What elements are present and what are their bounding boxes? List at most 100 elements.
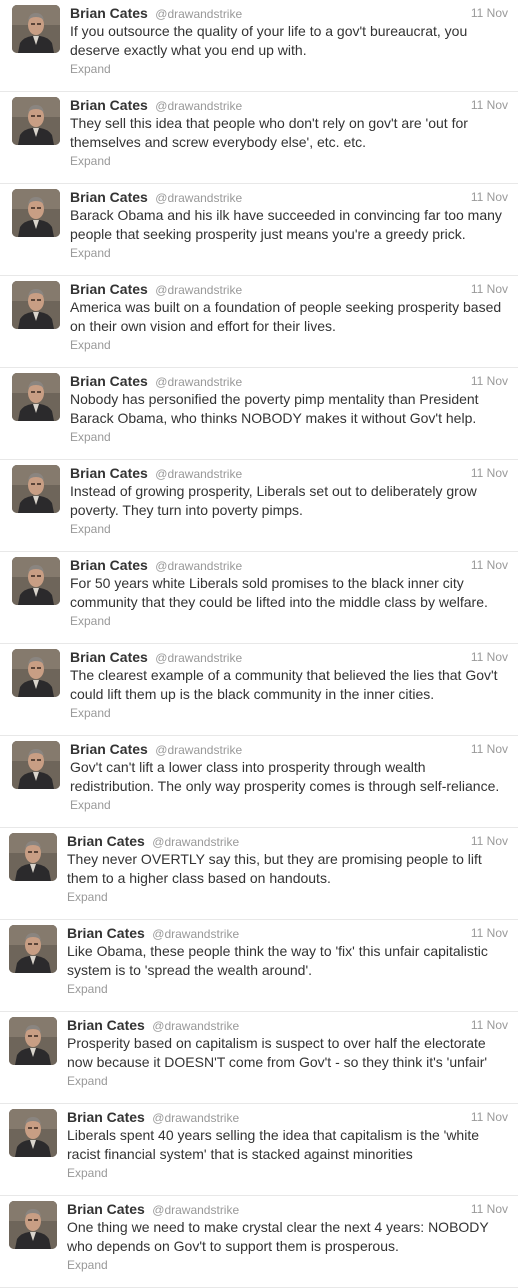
avatar[interactable] bbox=[12, 189, 60, 237]
expand-link[interactable]: Expand bbox=[67, 1074, 108, 1088]
avatar[interactable] bbox=[12, 281, 60, 329]
tweet[interactable]: Brian Cates @drawandstrike 11 Nov For 50… bbox=[0, 552, 518, 644]
expand-link[interactable]: Expand bbox=[67, 1166, 108, 1180]
expand-link[interactable]: Expand bbox=[70, 338, 111, 352]
tweet[interactable]: Brian Cates @drawandstrike 11 Nov The cl… bbox=[0, 644, 518, 736]
avatar[interactable] bbox=[12, 465, 60, 513]
tweet-timestamp[interactable]: 11 Nov bbox=[471, 832, 508, 850]
expand-link[interactable]: Expand bbox=[67, 890, 108, 904]
avatar[interactable] bbox=[12, 97, 60, 145]
tweet-timestamp[interactable]: 11 Nov bbox=[471, 556, 508, 574]
author-handle[interactable]: @drawandstrike bbox=[155, 467, 242, 481]
author-name[interactable]: Brian Cates bbox=[70, 557, 148, 573]
tweet-header: Brian Cates @drawandstrike 11 Nov bbox=[70, 464, 508, 482]
tweet[interactable]: Brian Cates @drawandstrike 11 Nov Prospe… bbox=[0, 1012, 518, 1104]
expand-link[interactable]: Expand bbox=[67, 982, 108, 996]
author-handle[interactable]: @drawandstrike bbox=[155, 743, 242, 757]
tweet-timestamp[interactable]: 11 Nov bbox=[471, 1108, 508, 1126]
tweet[interactable]: Brian Cates @drawandstrike 11 Nov Instea… bbox=[0, 460, 518, 552]
avatar[interactable] bbox=[12, 557, 60, 605]
author-name[interactable]: Brian Cates bbox=[67, 833, 145, 849]
author-handle[interactable]: @drawandstrike bbox=[152, 1019, 239, 1033]
expand-link[interactable]: Expand bbox=[70, 154, 111, 168]
tweet[interactable]: Brian Cates @drawandstrike 11 Nov Libera… bbox=[0, 1104, 518, 1196]
tweet-timestamp[interactable]: 11 Nov bbox=[471, 924, 508, 942]
author-handle[interactable]: @drawandstrike bbox=[152, 927, 239, 941]
author-name[interactable]: Brian Cates bbox=[67, 1109, 145, 1125]
tweet[interactable]: Brian Cates @drawandstrike 11 Nov Like O… bbox=[0, 920, 518, 1012]
user-portrait-icon bbox=[9, 833, 57, 881]
expand-link[interactable]: Expand bbox=[67, 1258, 108, 1272]
tweet-timestamp[interactable]: 11 Nov bbox=[471, 648, 508, 666]
tweet[interactable]: Brian Cates @drawandstrike 11 Nov They s… bbox=[0, 92, 518, 184]
tweet-header: Brian Cates @drawandstrike 11 Nov bbox=[70, 648, 508, 666]
expand-link[interactable]: Expand bbox=[70, 246, 111, 260]
author-handle[interactable]: @drawandstrike bbox=[155, 283, 242, 297]
tweet-timestamp[interactable]: 11 Nov bbox=[471, 740, 508, 758]
tweet-header: Brian Cates @drawandstrike 11 Nov bbox=[67, 924, 508, 942]
tweet[interactable]: Brian Cates @drawandstrike 11 Nov Barack… bbox=[0, 184, 518, 276]
author-name[interactable]: Brian Cates bbox=[70, 649, 148, 665]
author-name[interactable]: Brian Cates bbox=[70, 5, 148, 21]
tweet-timestamp[interactable]: 11 Nov bbox=[471, 188, 508, 206]
avatar[interactable] bbox=[12, 373, 60, 421]
avatar[interactable] bbox=[12, 741, 60, 789]
tweet-text: Like Obama, these people think the way t… bbox=[67, 943, 488, 978]
expand-link[interactable]: Expand bbox=[70, 706, 111, 720]
author-handle[interactable]: @drawandstrike bbox=[155, 7, 242, 21]
tweet-text: One thing we need to make crystal clear … bbox=[67, 1219, 489, 1254]
author-handle[interactable]: @drawandstrike bbox=[155, 651, 242, 665]
expand-link[interactable]: Expand bbox=[70, 798, 111, 812]
author-handle[interactable]: @drawandstrike bbox=[155, 99, 242, 113]
tweet-header: Brian Cates @drawandstrike 11 Nov bbox=[70, 280, 508, 298]
author-name[interactable]: Brian Cates bbox=[67, 1017, 145, 1033]
author-name[interactable]: Brian Cates bbox=[70, 189, 148, 205]
tweet[interactable]: Brian Cates @drawandstrike 11 Nov They n… bbox=[0, 828, 518, 920]
author-handle[interactable]: @drawandstrike bbox=[155, 191, 242, 205]
author-name[interactable]: Brian Cates bbox=[70, 281, 148, 297]
tweet[interactable]: Brian Cates @drawandstrike 11 Nov If you… bbox=[0, 0, 518, 92]
avatar[interactable] bbox=[9, 833, 57, 881]
author-name[interactable]: Brian Cates bbox=[70, 741, 148, 757]
tweet[interactable]: Brian Cates @drawandstrike 11 Nov Americ… bbox=[0, 276, 518, 368]
avatar[interactable] bbox=[9, 925, 57, 973]
tweet[interactable]: Brian Cates @drawandstrike 11 Nov Gov't … bbox=[0, 736, 518, 828]
author-name[interactable]: Brian Cates bbox=[67, 925, 145, 941]
author-handle[interactable]: @drawandstrike bbox=[155, 559, 242, 573]
tweet-text: America was built on a foundation of peo… bbox=[70, 299, 502, 334]
tweet-text: The clearest example of a community that… bbox=[70, 667, 498, 702]
tweet-timestamp[interactable]: 11 Nov bbox=[471, 1200, 508, 1218]
author-name[interactable]: Brian Cates bbox=[70, 373, 148, 389]
tweet-header: Brian Cates @drawandstrike 11 Nov bbox=[70, 556, 508, 574]
user-portrait-icon bbox=[12, 373, 60, 421]
tweet-timestamp[interactable]: 11 Nov bbox=[471, 372, 508, 390]
avatar[interactable] bbox=[12, 649, 60, 697]
tweet-header: Brian Cates @drawandstrike 11 Nov bbox=[70, 4, 508, 22]
tweet-timestamp[interactable]: 11 Nov bbox=[471, 96, 508, 114]
tweet-text: Liberals spent 40 years selling the idea… bbox=[67, 1127, 480, 1162]
avatar[interactable] bbox=[9, 1109, 57, 1157]
author-handle[interactable]: @drawandstrike bbox=[152, 1111, 239, 1125]
tweet-timestamp[interactable]: 11 Nov bbox=[471, 464, 508, 482]
expand-link[interactable]: Expand bbox=[70, 522, 111, 536]
avatar[interactable] bbox=[9, 1017, 57, 1065]
user-portrait-icon bbox=[12, 281, 60, 329]
tweet[interactable]: Brian Cates @drawandstrike 11 Nov One th… bbox=[0, 1196, 518, 1288]
tweet-timestamp[interactable]: 11 Nov bbox=[471, 280, 508, 298]
expand-link[interactable]: Expand bbox=[70, 62, 111, 76]
tweet-timestamp[interactable]: 11 Nov bbox=[471, 4, 508, 22]
author-name[interactable]: Brian Cates bbox=[70, 97, 148, 113]
tweet-text: If you outsource the quality of your lif… bbox=[70, 23, 468, 58]
author-handle[interactable]: @drawandstrike bbox=[152, 835, 239, 849]
tweet-timestamp[interactable]: 11 Nov bbox=[471, 1016, 508, 1034]
author-handle[interactable]: @drawandstrike bbox=[155, 375, 242, 389]
avatar[interactable] bbox=[12, 5, 60, 53]
tweet[interactable]: Brian Cates @drawandstrike 11 Nov Nobody… bbox=[0, 368, 518, 460]
author-name[interactable]: Brian Cates bbox=[67, 1201, 145, 1217]
expand-link[interactable]: Expand bbox=[70, 430, 111, 444]
author-name[interactable]: Brian Cates bbox=[70, 465, 148, 481]
author-handle[interactable]: @drawandstrike bbox=[152, 1203, 239, 1217]
user-portrait-icon bbox=[12, 5, 60, 53]
avatar[interactable] bbox=[9, 1201, 57, 1249]
expand-link[interactable]: Expand bbox=[70, 614, 111, 628]
